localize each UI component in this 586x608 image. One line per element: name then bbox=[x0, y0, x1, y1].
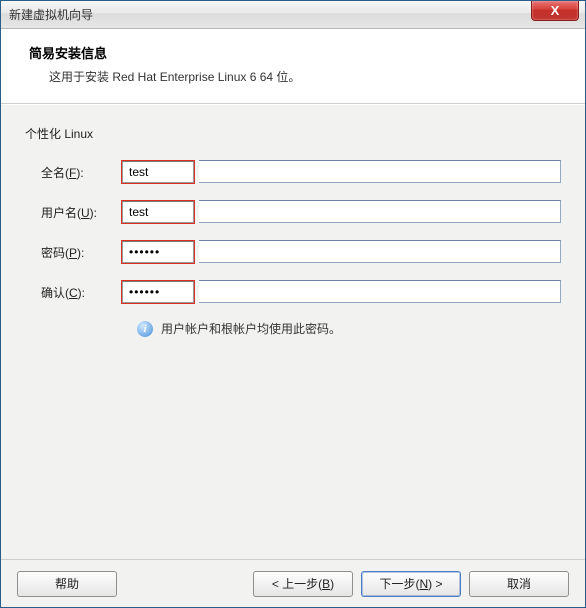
highlight-confirm bbox=[121, 280, 195, 304]
input-wrap-username bbox=[121, 200, 561, 224]
header-panel: 简易安装信息 这用于安装 Red Hat Enterprise Linux 6 … bbox=[1, 29, 585, 104]
content-area: 个性化 Linux 全名(F): 用户名(U): bbox=[1, 104, 585, 584]
fullname-input-ext[interactable] bbox=[199, 160, 561, 183]
row-fullname: 全名(F): bbox=[25, 160, 561, 184]
confirm-input[interactable] bbox=[122, 281, 194, 303]
label-username: 用户名(U): bbox=[25, 204, 121, 221]
username-input[interactable] bbox=[122, 201, 194, 223]
row-password: 密码(P): bbox=[25, 240, 561, 264]
info-row: i 用户帐户和根帐户均使用此密码。 bbox=[25, 320, 561, 337]
password-input-ext[interactable] bbox=[199, 240, 561, 263]
info-icon: i bbox=[137, 321, 153, 337]
username-input-ext[interactable] bbox=[199, 200, 561, 223]
row-confirm: 确认(C): bbox=[25, 280, 561, 304]
section-title: 个性化 Linux bbox=[25, 125, 561, 142]
highlight-password bbox=[121, 240, 195, 264]
input-wrap-password bbox=[121, 240, 561, 264]
button-bar: 帮助 < 上一步(B) 下一步(N) > 取消 bbox=[1, 559, 585, 607]
wizard-window: 新建虚拟机向导 X 简易安装信息 这用于安装 Red Hat Enterpris… bbox=[0, 0, 586, 608]
label-password: 密码(P): bbox=[25, 244, 121, 261]
fullname-input[interactable] bbox=[122, 161, 194, 183]
header-title: 简易安装信息 bbox=[29, 43, 557, 62]
info-text: 用户帐户和根帐户均使用此密码。 bbox=[161, 320, 341, 337]
row-username: 用户名(U): bbox=[25, 200, 561, 224]
label-confirm: 确认(C): bbox=[25, 284, 121, 301]
close-icon: X bbox=[551, 3, 560, 18]
input-wrap-fullname bbox=[121, 160, 561, 184]
highlight-fullname bbox=[121, 160, 195, 184]
help-button[interactable]: 帮助 bbox=[17, 571, 117, 597]
input-wrap-confirm bbox=[121, 280, 561, 304]
confirm-input-ext[interactable] bbox=[199, 280, 561, 303]
next-button[interactable]: 下一步(N) > bbox=[361, 571, 461, 597]
titlebar: 新建虚拟机向导 X bbox=[1, 1, 585, 29]
cancel-button[interactable]: 取消 bbox=[469, 571, 569, 597]
label-fullname: 全名(F): bbox=[25, 164, 121, 181]
highlight-username bbox=[121, 200, 195, 224]
password-input[interactable] bbox=[122, 241, 194, 263]
header-description: 这用于安装 Red Hat Enterprise Linux 6 64 位。 bbox=[29, 68, 557, 85]
window-title: 新建虚拟机向导 bbox=[9, 6, 93, 23]
close-button[interactable]: X bbox=[531, 1, 579, 21]
back-button[interactable]: < 上一步(B) bbox=[253, 571, 353, 597]
